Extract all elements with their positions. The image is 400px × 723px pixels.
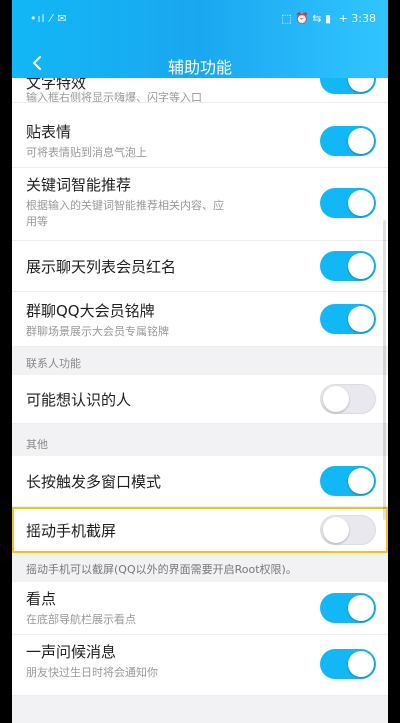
page-title: 辅助功能 bbox=[167, 58, 232, 77]
toggle-knob bbox=[348, 190, 374, 216]
toggle-switch[interactable] bbox=[320, 384, 376, 414]
setting-member-badge[interactable]: 群聊QQ大会员铭牌 群聊场景展示大会员专属铭牌 bbox=[12, 292, 388, 347]
setting-title: 可能想认识的人 bbox=[26, 391, 132, 409]
toggle-knob bbox=[348, 595, 374, 621]
toggle-knob bbox=[348, 468, 374, 494]
setting-title: 展示聊天列表会员红名 bbox=[26, 258, 177, 276]
toggle-knob bbox=[348, 128, 374, 154]
setting-greeting-message[interactable]: 一声问候消息 朋友快过生日时将会通知你 bbox=[12, 635, 388, 696]
section-header-other: 其他 bbox=[12, 424, 388, 456]
toggle-switch[interactable] bbox=[320, 593, 376, 623]
setting-sticker[interactable]: 贴表情 可将表情贴到消息气泡上 bbox=[12, 115, 388, 168]
setting-title: 一声问候消息 bbox=[26, 643, 117, 661]
setting-desc-line2: 用等 bbox=[26, 215, 48, 228]
setting-desc: 群聊场景展示大会员专属铭牌 bbox=[26, 325, 169, 338]
scrollbar[interactable] bbox=[383, 220, 386, 520]
toggle-knob bbox=[348, 253, 374, 279]
status-right: ⬚ ⏰ ⇆ ▮ + 3:38 bbox=[277, 12, 376, 25]
toggle-knob bbox=[348, 306, 374, 332]
status-icons: ⬚ ⏰ ⇆ ▮ bbox=[281, 12, 332, 25]
setting-title: 群聊QQ大会员铭牌 bbox=[26, 302, 155, 320]
setting-title: 看点 bbox=[26, 590, 57, 608]
signal-icons: •ıl ⁄ ✉ bbox=[30, 12, 68, 25]
toggle-switch[interactable] bbox=[320, 466, 376, 496]
setting-desc: 输入框右侧将显示嗨爆、闪字等入口 bbox=[26, 91, 202, 103]
toggle-knob bbox=[323, 517, 349, 543]
toggle-knob bbox=[323, 386, 349, 412]
setting-shake-screenshot[interactable]: 摇动手机截屏 bbox=[12, 507, 388, 554]
toggle-switch[interactable] bbox=[320, 78, 376, 94]
setting-red-name[interactable]: 展示聊天列表会员红名 bbox=[12, 241, 388, 292]
setting-kandian[interactable]: 看点 在底部导航栏展示看点 bbox=[12, 582, 388, 635]
toggle-switch[interactable] bbox=[320, 126, 376, 156]
status-time: + 3:38 bbox=[338, 12, 376, 25]
toggle-switch[interactable] bbox=[320, 304, 376, 334]
shake-note: 摇动手机可以截屏(QQ以外的界面需要开启Root权限)。 bbox=[12, 554, 388, 582]
setting-people-you-may-know[interactable]: 可能想认识的人 bbox=[12, 375, 388, 424]
settings-list: 文字特效 输入框右侧将显示嗨爆、闪字等入口 贴表情 可将表情贴到消息气泡上 关键… bbox=[12, 78, 388, 696]
row-spacer bbox=[12, 103, 388, 115]
note-text: 摇动手机可以截屏(QQ以外的界面需要开启Root权限)。 bbox=[26, 563, 297, 576]
screen: •ıl ⁄ ✉ ⬚ ⏰ ⇆ ▮ + 3:38 辅助功能 文字特效 输入框右侧将显… bbox=[12, 0, 388, 723]
setting-desc: 在底部导航栏展示看点 bbox=[26, 613, 136, 626]
setting-desc: 根据输入的关键词智能推荐相关内容、应 bbox=[26, 199, 224, 212]
toggle-switch[interactable] bbox=[320, 515, 376, 545]
setting-text-effects[interactable]: 文字特效 输入框右侧将显示嗨爆、闪字等入口 bbox=[12, 78, 388, 103]
toggle-knob bbox=[348, 78, 374, 92]
section-title: 其他 bbox=[26, 438, 48, 451]
setting-multi-window[interactable]: 长按触发多窗口模式 bbox=[12, 456, 388, 507]
toggle-switch[interactable] bbox=[320, 188, 376, 218]
toggle-switch[interactable] bbox=[320, 649, 376, 679]
toggle-switch[interactable] bbox=[320, 251, 376, 281]
section-title: 联系人功能 bbox=[26, 357, 81, 370]
setting-title: 关键词智能推荐 bbox=[26, 176, 132, 194]
status-bar: •ıl ⁄ ✉ ⬚ ⏰ ⇆ ▮ + 3:38 bbox=[12, 12, 388, 30]
setting-title: 摇动手机截屏 bbox=[26, 522, 117, 540]
setting-desc: 朋友快过生日时将会通知你 bbox=[26, 666, 158, 679]
app-header: •ıl ⁄ ✉ ⬚ ⏰ ⇆ ▮ + 3:38 辅助功能 bbox=[12, 0, 388, 90]
section-header-contacts: 联系人功能 bbox=[12, 347, 388, 375]
setting-desc: 可将表情贴到消息气泡上 bbox=[26, 146, 147, 159]
setting-keyword-recommend[interactable]: 关键词智能推荐 根据输入的关键词智能推荐相关内容、应 用等 bbox=[12, 168, 388, 241]
setting-title: 长按触发多窗口模式 bbox=[26, 473, 162, 491]
toggle-knob bbox=[348, 651, 374, 677]
setting-title: 贴表情 bbox=[26, 123, 72, 141]
